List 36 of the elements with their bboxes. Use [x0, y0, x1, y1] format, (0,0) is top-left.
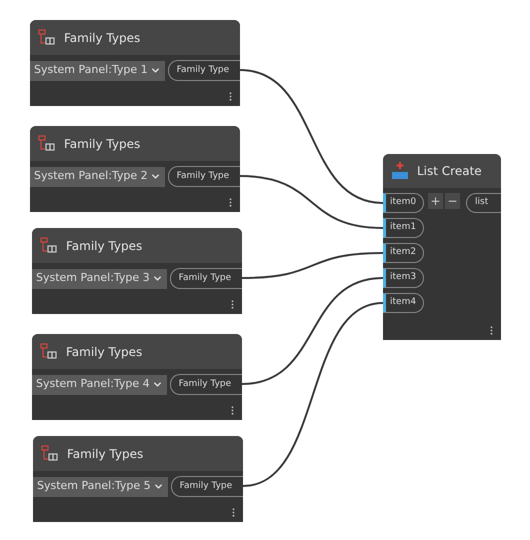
node-card[interactable]: List Create item0 item1 item2 item3 item4 + − list: [383, 154, 501, 340]
node-title: List Create: [417, 163, 482, 180]
add-button[interactable]: +: [428, 193, 443, 209]
remove-button[interactable]: −: [445, 193, 460, 209]
node-title: Family Types: [64, 136, 140, 152]
output-port[interactable]: Family Type: [170, 476, 243, 497]
node-title: Family Types: [64, 30, 140, 46]
node-card[interactable]: Family Types System Panel:Type 3 Family Type: [32, 228, 242, 314]
node-card[interactable]: Family Types System Panel:Type 1 Family Type: [30, 20, 240, 106]
type-dropdown[interactable]: System Panel:Type 5: [33, 476, 168, 496]
family-icon: [40, 342, 58, 360]
list-icon: [391, 161, 409, 181]
type-dropdown[interactable]: System Panel:Type 1: [30, 60, 165, 80]
output-port[interactable]: list: [466, 193, 501, 213]
node-card[interactable]: Family Types System Panel:Type 4 Family Type: [32, 334, 242, 420]
family-icon: [40, 236, 58, 254]
output-port[interactable]: Family Type: [170, 268, 242, 289]
type-dropdown[interactable]: System Panel:Type 3: [32, 268, 167, 288]
input-port[interactable]: item3: [383, 268, 424, 288]
input-port[interactable]: item4: [383, 293, 424, 313]
node-title: Family Types: [67, 446, 144, 462]
node-title: Family Types: [66, 238, 142, 254]
family-icon: [38, 28, 56, 46]
type-dropdown[interactable]: System Panel:Type 4: [32, 374, 167, 394]
family-icon: [41, 444, 59, 462]
node-card[interactable]: Family Types System Panel:Type 2 Family Type: [30, 126, 240, 212]
input-port[interactable]: item2: [383, 243, 424, 263]
node-title: Family Types: [66, 344, 142, 360]
family-icon: [38, 134, 56, 152]
output-port[interactable]: Family Type: [168, 166, 240, 187]
input-port[interactable]: item1: [383, 218, 424, 238]
node-card[interactable]: Family Types System Panel:Type 5 Family Type: [33, 436, 243, 522]
output-port[interactable]: Family Type: [168, 60, 240, 81]
output-port[interactable]: Family Type: [170, 374, 242, 395]
input-port[interactable]: item0: [383, 193, 424, 213]
type-dropdown[interactable]: System Panel:Type 2: [30, 166, 165, 186]
